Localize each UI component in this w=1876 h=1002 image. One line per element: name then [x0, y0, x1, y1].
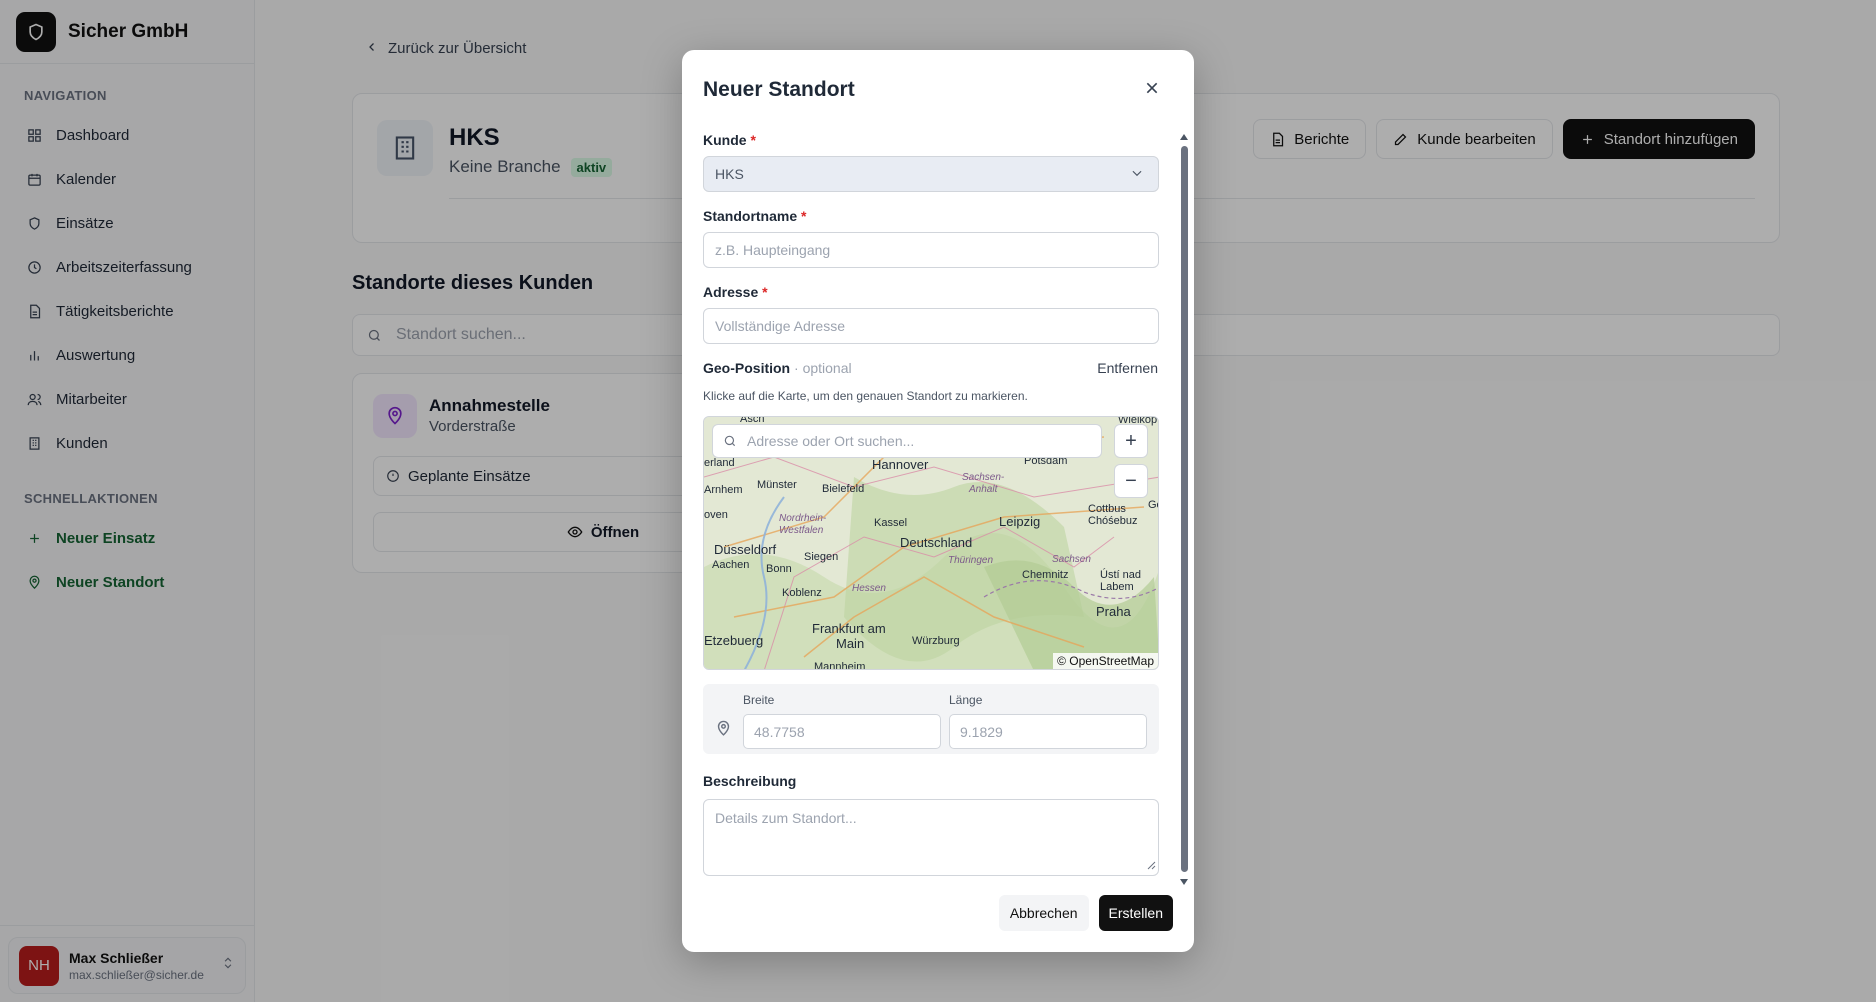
map-label: Sachsen-: [962, 472, 1005, 483]
map-label: Chóśebuz: [1088, 515, 1138, 527]
map-label: Frankfurt am: [812, 621, 886, 636]
map-label: Deutschland: [900, 535, 973, 550]
map-label: Ge: [1148, 499, 1158, 511]
resize-handle-icon[interactable]: [1146, 857, 1156, 873]
laenge-placeholder: 9.1829: [960, 723, 1003, 740]
map-label: Bonn: [766, 563, 792, 575]
map-search-placeholder: Adresse oder Ort suchen...: [747, 433, 915, 449]
dialog-title: Neuer Standort: [703, 78, 855, 101]
map-label: Etzebuerg: [704, 633, 764, 648]
map-label: Düsseldorf: [714, 542, 777, 557]
breite-input[interactable]: 48.7758: [743, 714, 941, 749]
beschreibung-label: Beschreibung: [703, 773, 797, 789]
map-label: oven: [704, 509, 728, 521]
map-label: Sachsen: [1052, 554, 1091, 565]
map-label: Anhalt: [969, 484, 998, 495]
laenge-input[interactable]: 9.1829: [949, 714, 1147, 749]
map-label: Hannover: [872, 457, 929, 472]
map-label: Arnhem: [704, 484, 743, 496]
map-label: Nordrhein-: [779, 513, 827, 524]
beschreibung-textarea[interactable]: Details zum Standort...: [703, 799, 1159, 876]
close-icon: [1144, 80, 1160, 101]
kunde-select[interactable]: HKS: [703, 156, 1159, 192]
scroll-down-arrow[interactable]: [1180, 879, 1188, 885]
adresse-placeholder: Vollständige Adresse: [715, 318, 845, 334]
beschreibung-placeholder: Details zum Standort...: [715, 810, 857, 826]
geo-hint: Klicke auf die Karte, um den genauen Sta…: [703, 389, 1028, 403]
map-label: Ústí nad: [1100, 569, 1141, 581]
create-button[interactable]: Erstellen: [1098, 895, 1173, 931]
chevron-down-icon: [1130, 166, 1144, 183]
map-attribution[interactable]: © OpenStreetMap: [1053, 653, 1158, 669]
map-label: Münster: [757, 479, 797, 491]
map-label: Bielefeld: [822, 483, 865, 495]
map-pin-icon: [715, 720, 732, 737]
close-button[interactable]: [1142, 80, 1162, 100]
map-label: Main: [836, 636, 865, 651]
zoom-out-button[interactable]: −: [1114, 464, 1148, 498]
scroll-up-arrow[interactable]: [1180, 134, 1188, 140]
map-label: Hessen: [852, 583, 886, 594]
coordinates-panel: Breite 48.7758 Länge 9.1829: [703, 684, 1159, 754]
map-label: Koblenz: [782, 587, 822, 599]
dialog-scrollbar[interactable]: [1180, 132, 1188, 885]
kunde-value: HKS: [715, 166, 744, 182]
standortname-label: Standortname *: [703, 208, 807, 224]
map[interactable]: Asch erland Hannover Potsdam Wielkop Mün…: [703, 416, 1159, 670]
map-label: Westfalen: [779, 525, 824, 536]
search-icon: [723, 434, 737, 448]
map-label: Labem: [1100, 581, 1134, 593]
kunde-label: Kunde *: [703, 132, 756, 148]
geo-remove-button[interactable]: Entfernen: [1097, 360, 1158, 376]
map-label: erland: [704, 457, 735, 469]
map-search-input[interactable]: Adresse oder Ort suchen...: [712, 424, 1102, 458]
scroll-thumb[interactable]: [1181, 146, 1188, 872]
map-label: Cottbus: [1088, 503, 1126, 515]
breite-placeholder: 48.7758: [754, 723, 805, 740]
laenge-label: Länge: [949, 693, 983, 707]
map-label: Chemnitz: [1022, 569, 1069, 581]
adresse-input[interactable]: Vollständige Adresse: [703, 308, 1159, 344]
map-label: Aachen: [712, 559, 750, 571]
adresse-label: Adresse *: [703, 284, 768, 300]
map-label: Mannheim: [814, 661, 866, 670]
new-location-dialog: Neuer Standort Kunde * HKS Standortname …: [682, 50, 1194, 952]
map-label: Siegen: [804, 551, 839, 563]
cancel-button[interactable]: Abbrechen: [998, 895, 1089, 931]
standortname-placeholder: z.B. Haupteingang: [715, 242, 831, 258]
standortname-input[interactable]: z.B. Haupteingang: [703, 232, 1159, 268]
geo-label: Geo-Position · optional: [703, 360, 852, 376]
zoom-in-button[interactable]: +: [1114, 424, 1148, 458]
breite-label: Breite: [743, 693, 775, 707]
map-label: Praha: [1096, 604, 1131, 619]
map-label: Leipzig: [999, 514, 1041, 529]
map-label: Kassel: [874, 517, 908, 529]
map-label: Thüringen: [948, 555, 994, 566]
map-label: Würzburg: [912, 635, 960, 647]
